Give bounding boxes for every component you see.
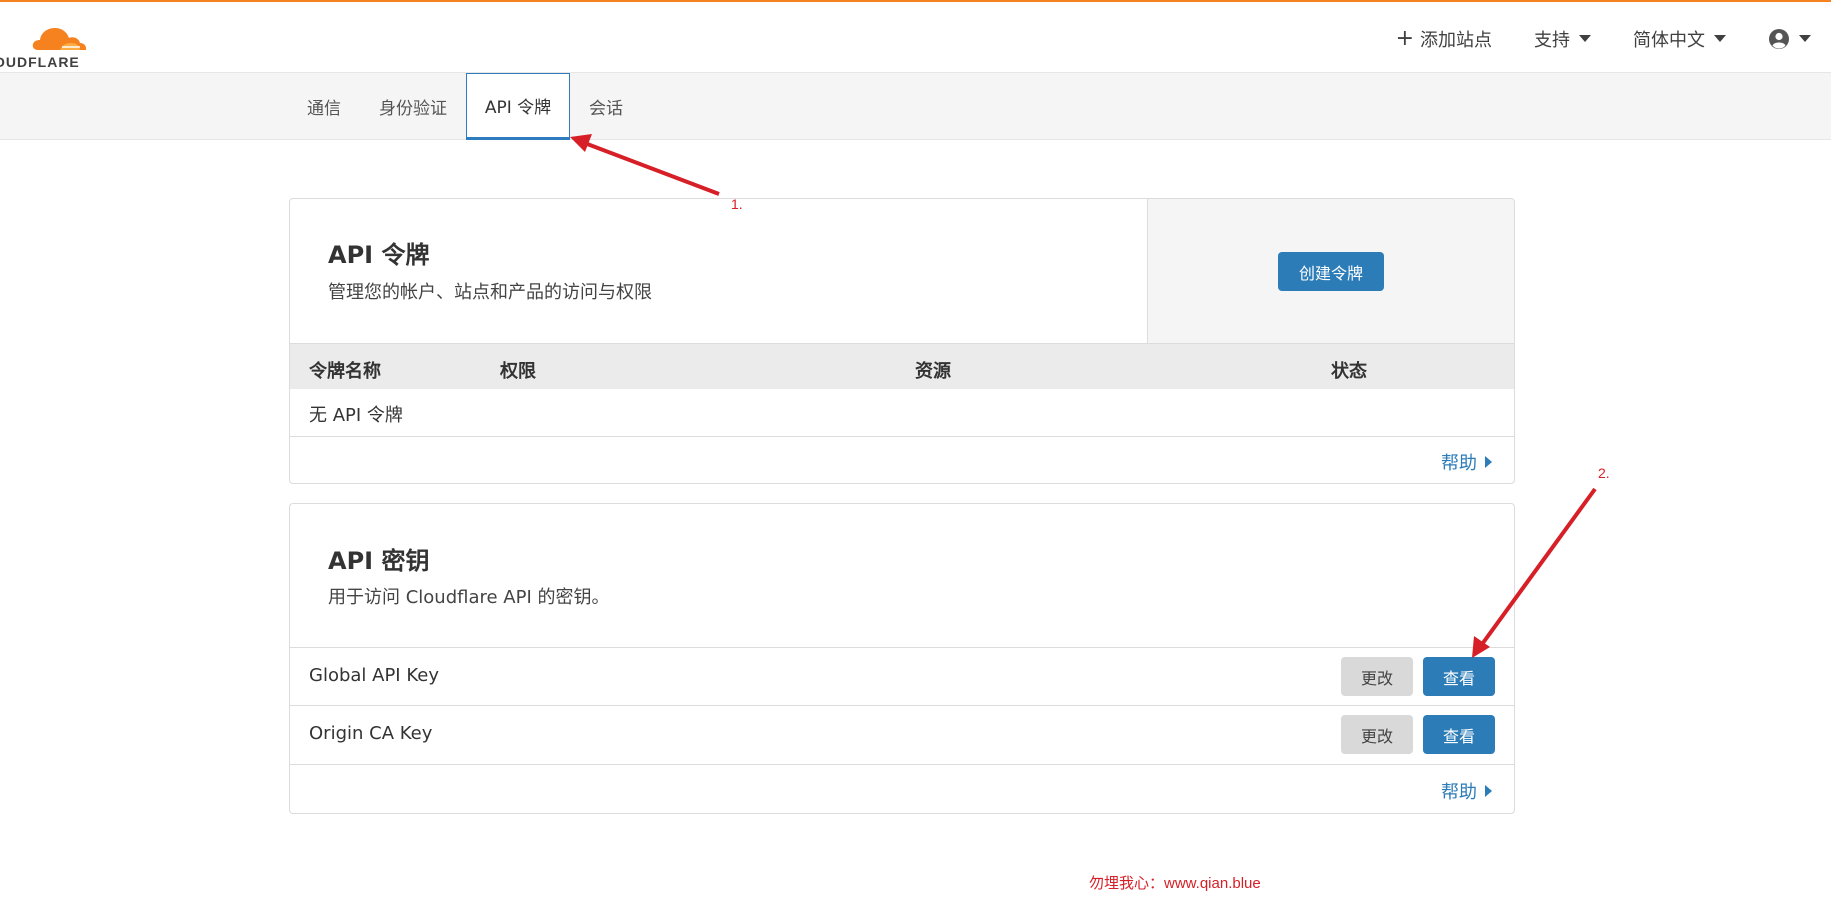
origin-ca-key-label: Origin CA Key [309, 723, 433, 744]
user-avatar-icon [1769, 28, 1789, 49]
cloudflare-wordmark: OUDFLARE [0, 54, 80, 70]
chevron-down-icon [1579, 35, 1591, 42]
api-keys-subtitle: 用于访问 Cloudflare API 的密钥。 [328, 587, 610, 608]
annotation-step-2: 2. [1598, 465, 1610, 481]
caret-right-icon [1485, 456, 1492, 468]
arrow-1-annotation [570, 134, 720, 196]
support-dropdown[interactable]: 支持 [1534, 26, 1591, 52]
column-resources: 资源 [915, 361, 951, 382]
add-site-label: 添加站点 [1420, 29, 1492, 51]
support-label: 支持 [1534, 29, 1570, 51]
plus-icon: + [1395, 26, 1414, 51]
chevron-down-icon [1714, 35, 1726, 42]
column-permissions: 权限 [500, 361, 536, 382]
api-tokens-help-link[interactable]: 帮助 [1441, 449, 1492, 475]
tab-authentication[interactable]: 身份验证 [379, 73, 447, 140]
no-tokens-message: 无 API 令牌 [309, 405, 403, 426]
create-token-panel: 创建令牌 [1147, 199, 1514, 343]
language-dropdown[interactable]: 简体中文 [1633, 26, 1726, 52]
change-global-api-key-button[interactable]: 更改 [1341, 657, 1413, 696]
add-site-link[interactable]: + 添加站点 [1396, 26, 1492, 52]
api-tokens-subtitle: 管理您的帐户、站点和产品的访问与权限 [328, 282, 652, 303]
tokens-table-header: 令牌名称 权限 资源 状态 [290, 343, 1514, 389]
profile-tab-bar: 通信 身份验证 API 令牌 会话 [0, 73, 1831, 140]
user-menu[interactable] [1768, 28, 1811, 50]
divider [290, 647, 1514, 648]
api-keys-title: API 密钥 [328, 547, 430, 575]
view-global-api-key-button[interactable]: 查看 [1423, 657, 1495, 696]
global-api-key-label: Global API Key [309, 665, 439, 686]
divider [290, 436, 1514, 437]
create-token-button[interactable]: 创建令牌 [1278, 252, 1384, 291]
tab-sessions[interactable]: 会话 [589, 73, 623, 140]
api-tokens-title: API 令牌 [328, 241, 430, 269]
view-origin-ca-key-button[interactable]: 查看 [1423, 715, 1495, 754]
change-origin-ca-key-button[interactable]: 更改 [1341, 715, 1413, 754]
column-token-name: 令牌名称 [309, 361, 381, 382]
divider [290, 705, 1514, 706]
chevron-down-icon [1799, 35, 1811, 42]
api-keys-help-link[interactable]: 帮助 [1441, 778, 1492, 804]
caret-right-icon [1485, 785, 1492, 797]
cloudflare-logo[interactable]: OUDFLARE [0, 14, 110, 70]
column-status: 状态 [1331, 361, 1367, 382]
help-label: 帮助 [1441, 782, 1477, 803]
annotation-step-1: 1. [731, 196, 743, 212]
api-tokens-card: API 令牌 管理您的帐户、站点和产品的访问与权限 创建令牌 令牌名称 权限 资… [289, 198, 1515, 484]
watermark: 勿埋我心：www.qian.blue [1089, 875, 1261, 892]
api-keys-card: API 密钥 用于访问 Cloudflare API 的密钥。 Global A… [289, 503, 1515, 814]
tab-api-tokens[interactable]: API 令牌 [466, 73, 570, 140]
help-label: 帮助 [1441, 453, 1477, 474]
language-label: 简体中文 [1633, 29, 1705, 51]
divider [290, 764, 1514, 765]
header-actions: + 添加站点 支持 简体中文 [1396, 2, 1831, 75]
tab-communication[interactable]: 通信 [307, 73, 341, 140]
top-navigation-bar: OUDFLARE + 添加站点 支持 简体中文 [0, 0, 1831, 73]
